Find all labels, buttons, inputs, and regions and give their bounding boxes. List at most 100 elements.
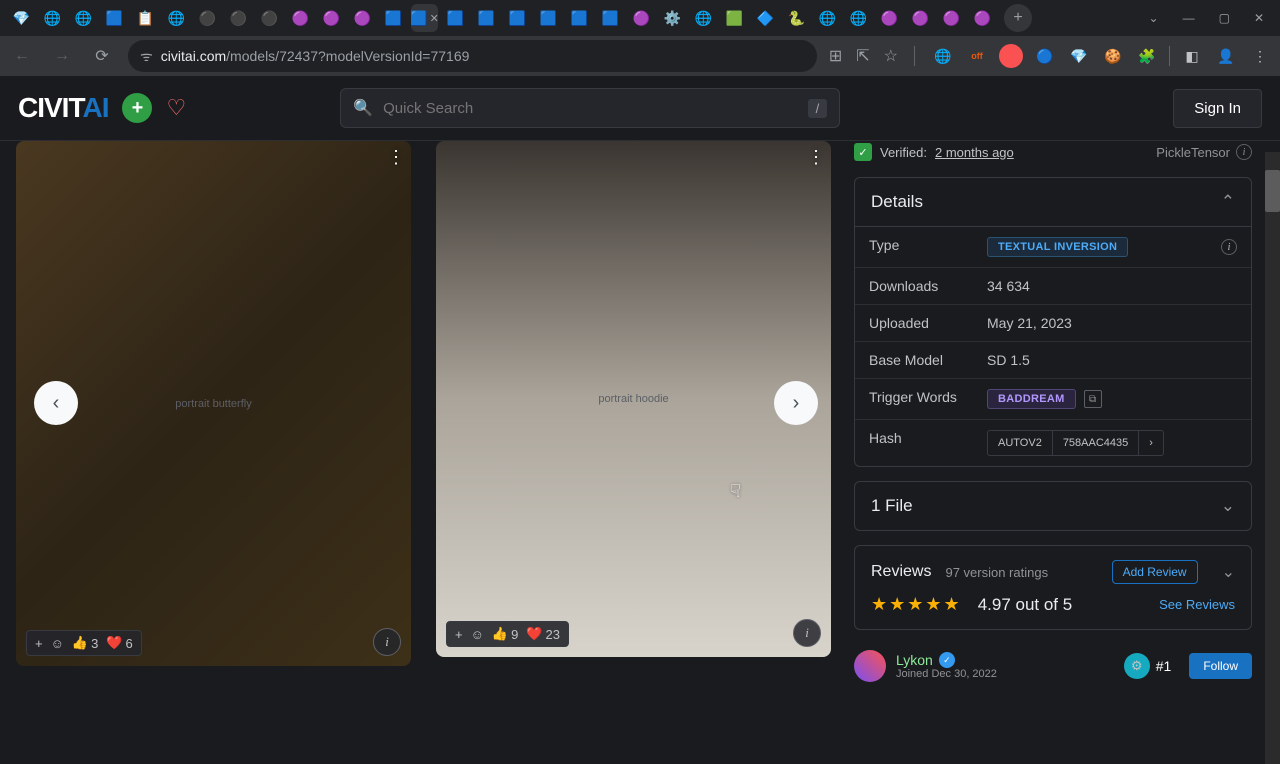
tab-24[interactable]: 🟩 — [721, 4, 748, 32]
reload-button[interactable]: ⟳ — [88, 46, 116, 66]
files-header[interactable]: 1 File ⌄ — [855, 482, 1251, 530]
ext-icon-3[interactable] — [999, 44, 1023, 68]
tab-32[interactable]: 🟣 — [969, 4, 996, 32]
site-info-icon[interactable]: ᯤ — [140, 47, 153, 66]
tab-22[interactable]: ⚙️ — [659, 4, 686, 32]
tab-30[interactable]: 🟣 — [907, 4, 934, 32]
image-menu-icon[interactable]: ⋮ — [387, 147, 405, 168]
tab-31[interactable]: 🟣 — [938, 4, 965, 32]
gallery-image-2[interactable]: portrait hoodie ⋮ + ☺ 👍9 ❤️23 i — [436, 141, 831, 657]
signin-button[interactable]: Sign In — [1173, 89, 1262, 128]
support-button[interactable]: ♡ — [166, 95, 186, 121]
info-icon[interactable]: i — [1221, 239, 1237, 255]
add-reaction-icon[interactable]: + — [35, 636, 43, 651]
like-count[interactable]: 👍3 — [72, 635, 98, 651]
page-scrollbar[interactable] — [1265, 152, 1280, 764]
detail-val-uploaded: May 21, 2023 — [973, 305, 1251, 341]
tab-20[interactable]: 🟦 — [597, 4, 624, 32]
tab-active[interactable]: 🟦✕ — [411, 4, 438, 32]
image-info-icon[interactable]: i — [793, 619, 821, 647]
hash-expand-icon[interactable]: › — [1139, 431, 1163, 455]
tab-26[interactable]: 🐍 — [783, 4, 810, 32]
tab-27[interactable]: 🌐 — [814, 4, 841, 32]
tab-2[interactable]: 🌐 — [39, 4, 66, 32]
maximize-icon[interactable]: ▢ — [1219, 11, 1230, 25]
gallery-prev-button[interactable]: ‹ — [34, 381, 78, 425]
close-icon[interactable]: ✕ — [430, 12, 439, 25]
create-button[interactable]: + — [122, 93, 152, 123]
info-icon[interactable]: i — [1236, 144, 1252, 160]
tab-7[interactable]: ⚫ — [194, 4, 221, 32]
tab-19[interactable]: 🟦 — [566, 4, 593, 32]
emoji-icon[interactable]: ☺ — [471, 627, 484, 642]
image-menu-icon[interactable]: ⋮ — [807, 147, 825, 168]
forward-button[interactable]: → — [48, 47, 76, 65]
chevron-down-icon[interactable]: ⌄ — [1222, 562, 1235, 582]
close-window-icon[interactable]: ✕ — [1254, 11, 1264, 25]
search-box[interactable]: 🔍 / — [340, 88, 840, 128]
logo[interactable]: CIVITAI — [18, 92, 108, 124]
heart-count[interactable]: ❤️6 — [106, 635, 132, 651]
tab-4[interactable]: 🟦 — [101, 4, 128, 32]
search-input[interactable] — [383, 100, 797, 117]
ext-icon-1[interactable]: 🌐 — [931, 44, 955, 68]
tab-23[interactable]: 🌐 — [690, 4, 717, 32]
image-info-icon[interactable]: i — [373, 628, 401, 656]
scrollbar-thumb[interactable] — [1265, 170, 1280, 212]
tab-11[interactable]: 🟣 — [318, 4, 345, 32]
tab-5[interactable]: 📋 — [132, 4, 159, 32]
side-panel-icon[interactable]: ◧ — [1180, 44, 1204, 68]
gallery-next-button[interactable]: › — [774, 381, 818, 425]
see-reviews-link[interactable]: See Reviews — [1159, 597, 1235, 612]
like-count[interactable]: 👍9 — [492, 626, 518, 642]
back-button[interactable]: ← — [8, 47, 36, 65]
avatar[interactable] — [854, 650, 886, 682]
detail-val-downloads: 34 634 — [973, 268, 1251, 304]
reactions-bar[interactable]: + ☺ 👍9 ❤️23 — [446, 621, 569, 647]
tab-13[interactable]: 🟦 — [380, 4, 407, 32]
menu-icon[interactable]: ⋮ — [1248, 44, 1272, 68]
minimize-icon[interactable]: — — [1183, 11, 1195, 25]
share-icon[interactable]: ⇱ — [856, 46, 869, 66]
heart-count[interactable]: ❤️23 — [526, 626, 560, 642]
verified-time-link[interactable]: 2 months ago — [935, 145, 1014, 160]
emoji-icon[interactable]: ☺ — [51, 636, 64, 651]
logo-main: CIVIT — [18, 92, 82, 123]
extensions-icon[interactable]: 🧩 — [1135, 44, 1159, 68]
tab-17[interactable]: 🟦 — [504, 4, 531, 32]
uploader-name-link[interactable]: Lykon — [896, 652, 933, 668]
tab-21[interactable]: 🟣 — [628, 4, 655, 32]
hash-value[interactable]: 758AAC4435 — [1053, 431, 1139, 455]
tab-29[interactable]: 🟣 — [876, 4, 903, 32]
rank-number: #1 — [1156, 658, 1172, 674]
profile-icon[interactable]: 👤 — [1214, 44, 1238, 68]
tab-18[interactable]: 🟦 — [535, 4, 562, 32]
tab-16[interactable]: 🟦 — [473, 4, 500, 32]
ext-icon-2[interactable]: off — [965, 44, 989, 68]
tab-9[interactable]: ⚫ — [256, 4, 283, 32]
tab-3[interactable]: 🌐 — [70, 4, 97, 32]
details-header[interactable]: Details ⌃ — [855, 178, 1251, 226]
tab-25[interactable]: 🔷 — [752, 4, 779, 32]
copy-icon[interactable]: ⧉ — [1084, 390, 1102, 408]
ext-icon-5[interactable]: 💎 — [1067, 44, 1091, 68]
add-review-button[interactable]: Add Review — [1112, 560, 1198, 584]
tab-1[interactable]: 💎 — [8, 4, 35, 32]
address-bar[interactable]: ᯤ civitai.com/models/72437?modelVersionI… — [128, 40, 817, 72]
tab-6[interactable]: 🌐 — [163, 4, 190, 32]
follow-button[interactable]: Follow — [1189, 653, 1252, 679]
add-reaction-icon[interactable]: + — [455, 627, 463, 642]
ext-icon-4[interactable]: 🔵 — [1033, 44, 1057, 68]
tab-8[interactable]: ⚫ — [225, 4, 252, 32]
tab-15[interactable]: 🟦 — [442, 4, 469, 32]
tabs-dropdown-icon[interactable]: ⌄ — [1149, 11, 1159, 25]
ext-icon-6[interactable]: 🍪 — [1101, 44, 1125, 68]
tab-28[interactable]: 🌐 — [845, 4, 872, 32]
tab-10[interactable]: 🟣 — [287, 4, 314, 32]
install-app-icon[interactable]: ⊞ — [829, 46, 842, 66]
reactions-bar[interactable]: + ☺ 👍3 ❤️6 — [26, 630, 142, 656]
tab-12[interactable]: 🟣 — [349, 4, 376, 32]
page-content: CIVITAI + ♡ 🔍 / Sign In portrait butterf… — [0, 76, 1280, 688]
new-tab-button[interactable]: + — [1004, 4, 1032, 32]
bookmark-icon[interactable]: ☆ — [884, 46, 898, 66]
